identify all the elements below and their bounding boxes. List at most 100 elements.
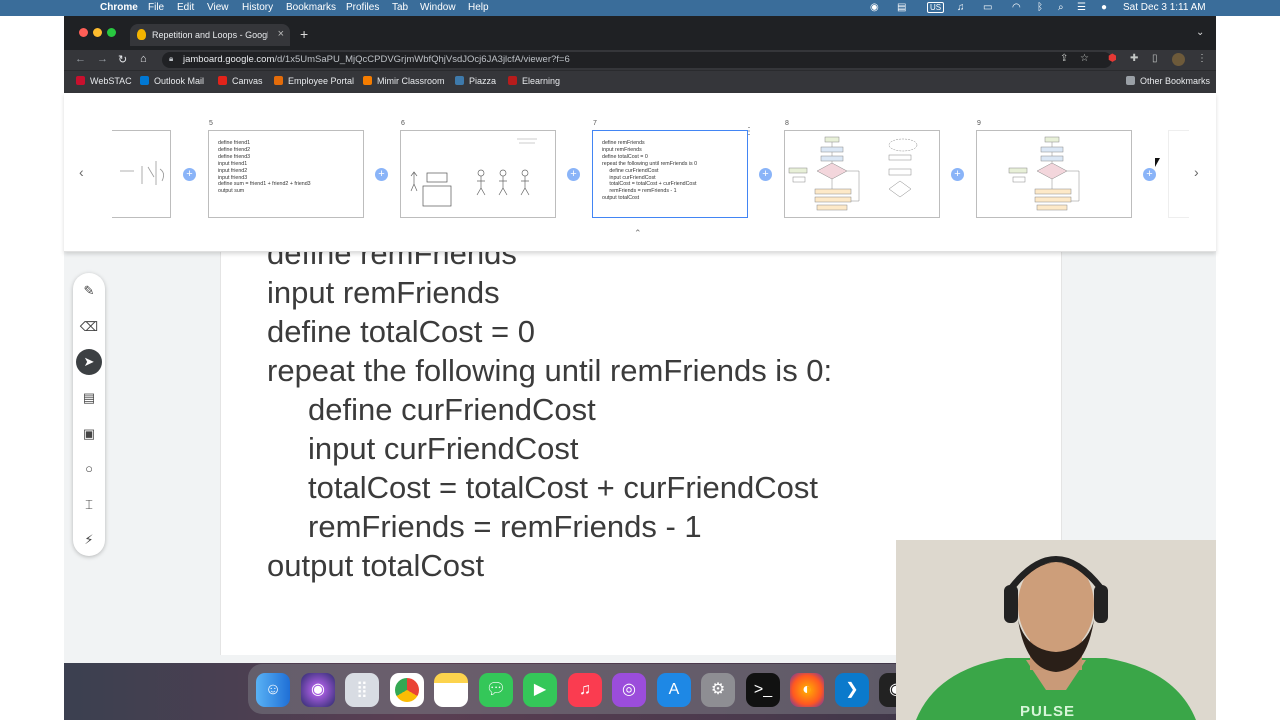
close-tab-icon[interactable]: × bbox=[278, 28, 284, 40]
app-store-icon[interactable]: A bbox=[657, 673, 691, 707]
frame-thumbnail[interactable]: define friend1 define friend2 define fri… bbox=[208, 130, 364, 218]
menu-edit[interactable]: Edit bbox=[177, 2, 194, 13]
address-bar[interactable]: 🔒︎ jamboard.google.com/d/1x5UmSaPU_MjQcC… bbox=[162, 52, 1112, 68]
reload-icon[interactable]: ↻ bbox=[118, 53, 127, 66]
sketch-drawing bbox=[410, 138, 537, 207]
search-icon[interactable]: ⌕ bbox=[1058, 2, 1064, 13]
bookmark-canvas[interactable]: Canvas bbox=[218, 76, 263, 86]
presenter-video bbox=[896, 540, 1216, 720]
bookmark-employee-portal[interactable]: Employee Portal bbox=[274, 76, 354, 86]
bookmark-outlook[interactable]: Outlook Mail bbox=[140, 76, 204, 86]
zoom-window-button[interactable] bbox=[107, 28, 116, 37]
chrome-menu-icon[interactable]: ⋮ bbox=[1197, 53, 1207, 64]
add-frame-button[interactable]: + bbox=[567, 168, 580, 181]
finder-icon[interactable]: ☺ bbox=[256, 673, 290, 707]
frame-thumbnail-partial[interactable] bbox=[1168, 130, 1189, 218]
pen-icon[interactable]: ✎ bbox=[79, 281, 99, 301]
messages-icon[interactable]: 💬︎ bbox=[479, 673, 513, 707]
battery-icon[interactable]: ▭ bbox=[983, 2, 992, 13]
add-frame-button[interactable]: + bbox=[759, 168, 772, 181]
vscode-icon[interactable]: ❯ bbox=[835, 673, 869, 707]
menu-window[interactable]: Window bbox=[420, 2, 456, 13]
close-window-button[interactable] bbox=[79, 28, 88, 37]
launchpad-icon[interactable]: ⣿ bbox=[345, 673, 379, 707]
browser-tab-active[interactable]: Repetition and Loops - Google × bbox=[130, 24, 290, 46]
sketch-drawing bbox=[120, 161, 164, 185]
profile-avatar[interactable] bbox=[1172, 53, 1185, 66]
siri-icon[interactable]: ● bbox=[1101, 2, 1107, 13]
filmstrip-prev-icon[interactable]: ‹ bbox=[79, 164, 84, 180]
collapse-filmstrip-icon[interactable]: ⌃ bbox=[634, 228, 642, 239]
home-icon[interactable]: ⌂ bbox=[140, 53, 147, 65]
extension-shield-icon[interactable]: ⬢ bbox=[1108, 53, 1117, 64]
sidepanel-icon[interactable]: ▯ bbox=[1152, 53, 1158, 64]
code-line: input curFriendCost bbox=[308, 431, 579, 466]
frame-thumbnail[interactable] bbox=[400, 130, 556, 218]
input-source-badge[interactable]: US bbox=[927, 2, 945, 13]
back-icon[interactable]: ← bbox=[75, 53, 86, 65]
macos-menubar: Chrome File Edit View History Bookmarks … bbox=[0, 0, 1280, 16]
notes-icon[interactable] bbox=[434, 673, 468, 707]
terminal-icon[interactable]: >_ bbox=[746, 673, 780, 707]
menu-history[interactable]: History bbox=[242, 2, 273, 13]
jamboard-favicon-icon bbox=[137, 29, 146, 40]
add-frame-button[interactable]: + bbox=[951, 168, 964, 181]
bookmark-webstac[interactable]: WebSTAC bbox=[76, 76, 132, 86]
frame-thumbnail[interactable] bbox=[112, 130, 171, 218]
siri-app-icon[interactable]: ◉ bbox=[301, 673, 335, 707]
bookmark-piazza[interactable]: Piazza bbox=[455, 76, 496, 86]
add-frame-button[interactable]: + bbox=[375, 168, 388, 181]
laser-icon[interactable]: ⚡︎ bbox=[79, 530, 99, 550]
select-icon[interactable]: ➤ bbox=[76, 349, 102, 375]
folder-icon bbox=[1126, 76, 1135, 85]
menu-help[interactable]: Help bbox=[468, 2, 489, 13]
tab-search-chevron-icon[interactable]: ⌄ bbox=[1196, 27, 1204, 38]
menubar-clock[interactable]: Sat Dec 3 1:11 AM bbox=[1123, 2, 1206, 13]
frame-text: define remFriends input remFriends defin… bbox=[602, 140, 698, 202]
add-frame-button[interactable]: + bbox=[183, 168, 196, 181]
bookmark-mimir[interactable]: Mimir Classroom bbox=[363, 76, 445, 86]
firefox-icon[interactable]: ◐ bbox=[790, 673, 824, 707]
frame-number: 6 bbox=[401, 120, 405, 127]
system-settings-icon[interactable]: ⚙ bbox=[701, 673, 735, 707]
chrome-app-icon[interactable] bbox=[390, 673, 424, 707]
image-icon[interactable]: ▣ bbox=[79, 424, 99, 444]
webcam-overlay: PULSE bbox=[896, 540, 1216, 720]
add-frame-button[interactable]: + bbox=[1143, 168, 1156, 181]
obs-icon[interactable]: ◉ bbox=[870, 2, 879, 13]
facetime-icon[interactable]: ▶ bbox=[523, 673, 557, 707]
headphones-icon[interactable]: ♫ bbox=[957, 2, 965, 13]
bookmark-other[interactable]: Other Bookmarks bbox=[1126, 76, 1210, 86]
menu-app-name[interactable]: Chrome bbox=[100, 2, 138, 13]
sticky-note-icon[interactable]: ▤ bbox=[79, 388, 99, 408]
share-icon[interactable]: ⇪ bbox=[1060, 53, 1068, 64]
filmstrip-next-icon[interactable]: › bbox=[1194, 164, 1199, 180]
wifi-icon[interactable]: ◠ bbox=[1012, 2, 1021, 13]
minimize-window-button[interactable] bbox=[93, 28, 102, 37]
menu-view[interactable]: View bbox=[207, 2, 229, 13]
bookmark-elearning[interactable]: Elearning bbox=[508, 76, 560, 86]
menu-tab[interactable]: Tab bbox=[392, 2, 408, 13]
menu-file[interactable]: File bbox=[148, 2, 164, 13]
eraser-icon[interactable]: ⌫ bbox=[79, 317, 99, 337]
music-icon[interactable]: ♫ bbox=[568, 673, 602, 707]
new-tab-icon[interactable]: + bbox=[300, 26, 308, 42]
menu-bookmarks[interactable]: Bookmarks bbox=[286, 2, 336, 13]
bluetooth-icon[interactable]: ᛒ bbox=[1037, 2, 1043, 13]
shape-icon[interactable]: ○ bbox=[79, 459, 99, 479]
bookmark-star-icon[interactable]: ☆ bbox=[1080, 53, 1089, 64]
textbox-icon[interactable]: ⌶ bbox=[79, 495, 99, 515]
frame-options-icon[interactable]: ⋮ bbox=[744, 126, 754, 137]
frame-thumbnail[interactable] bbox=[976, 130, 1132, 218]
lock-icon[interactable]: 🔒︎ bbox=[169, 54, 173, 64]
forward-icon[interactable]: → bbox=[97, 53, 108, 65]
docker-icon[interactable]: ▤ bbox=[897, 2, 906, 13]
control-center-icon[interactable]: ☰ bbox=[1077, 2, 1086, 13]
menu-profiles[interactable]: Profiles bbox=[346, 2, 379, 13]
frame-filmstrip: ‹ + 5 define friend1 define friend2 defi… bbox=[64, 93, 1216, 252]
employee-portal-icon bbox=[274, 76, 283, 85]
podcasts-icon[interactable]: ◎ bbox=[612, 673, 646, 707]
frame-thumbnail[interactable] bbox=[784, 130, 940, 218]
frame-thumbnail-selected[interactable]: define remFriends input remFriends defin… bbox=[592, 130, 748, 218]
extensions-puzzle-icon[interactable]: ✚ bbox=[1130, 53, 1138, 64]
